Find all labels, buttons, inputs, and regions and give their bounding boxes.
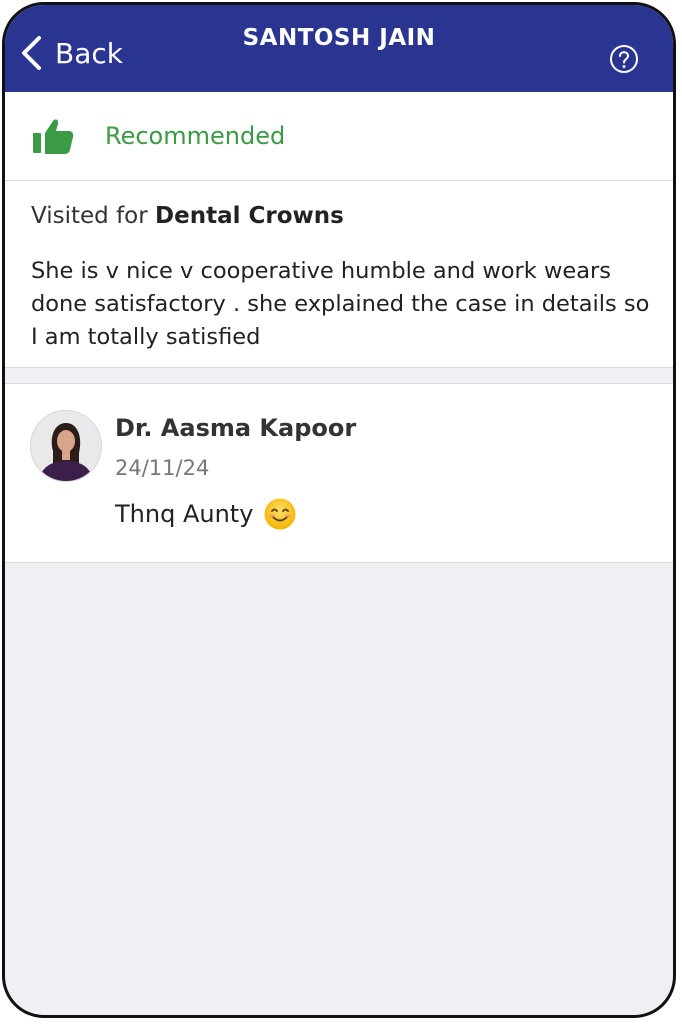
avatar[interactable] [30, 410, 102, 482]
top-navigation-bar: Back SANTOSH JAIN [5, 5, 673, 92]
page-title: SANTOSH JAIN [242, 25, 436, 51]
treatment-name: Dental Crowns [155, 203, 344, 229]
help-button[interactable] [609, 44, 639, 74]
thumbs-up-icon [33, 119, 74, 154]
smiling-face-emoji-icon [264, 498, 296, 530]
visited-prefix: Visited for [31, 203, 156, 229]
doctor-photo-icon [31, 411, 101, 481]
visited-for-line: Visited for Dental Crowns [31, 203, 344, 229]
reply-author-name: Dr. Aasma Kapoor [115, 414, 357, 442]
recommended-label: Recommended [105, 122, 286, 150]
reply-date: 24/11/24 [115, 456, 210, 480]
recommendation-row: Recommended [5, 92, 673, 181]
reply-message: Thnq Aunty [115, 497, 297, 531]
doctor-reply-card: Dr. Aasma Kapoor 24/11/24 Thnq Aunty [5, 383, 673, 563]
phone-frame: Back SANTOSH JAIN Recommended Visited fo… [2, 2, 676, 1018]
review-text: She is v nice v cooperative humble and w… [31, 258, 650, 350]
review-card: Visited for Dental Crowns She is v nice … [5, 181, 673, 368]
help-circle-icon [610, 45, 638, 73]
reply-text: Thnq Aunty [115, 500, 254, 528]
